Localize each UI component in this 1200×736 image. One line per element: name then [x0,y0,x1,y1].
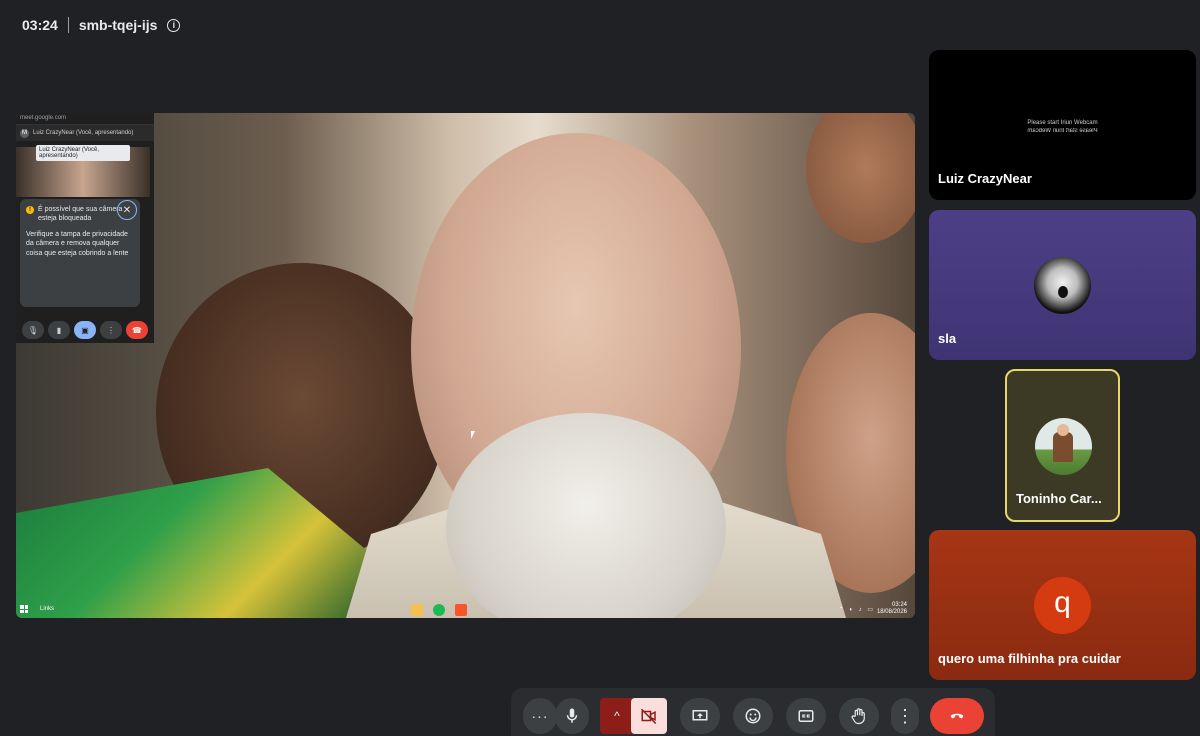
meeting-code: smb-tqej-ijs [78,17,158,33]
chevron-up-icon: ^ [614,709,620,723]
system-tray-icons: ⌃ ◐ ♪ ▭ [838,607,875,613]
shared-taskbar: Links ⌃ ◐ ♪ ▭ 03:24 18/08/2026 [16,600,915,618]
brave-icon [455,604,467,616]
more-vert-icon: ⋮ [896,705,914,726]
avatar: M [20,128,29,138]
participant-tile[interactable]: sla [929,210,1196,360]
participant-name: Toninho Car... [1016,491,1102,506]
call-end-icon [950,713,964,719]
nested-controls: 🎙 ▮ ▣ ⋮ ☎ [16,317,154,343]
captions-button[interactable] [786,698,826,734]
end-call-icon[interactable]: ☎ [126,321,148,339]
nested-meet-window: meet.google.com M Luiz CrazyNear (Você, … [16,113,154,343]
closed-captions-icon [798,710,814,722]
folder-icon [411,604,423,616]
camera-icon[interactable]: ▮ [48,321,70,339]
mic-icon [566,708,578,723]
taskbar-date: 18/08/2026 [876,608,907,615]
taskbar-time: 03:24 [891,601,907,608]
warning-icon: ! [26,206,34,214]
close-icon[interactable]: ✕ [117,200,137,220]
present-icon[interactable]: ▣ [74,321,96,339]
participant-name: Luiz CrazyNear [938,171,1032,186]
participant-name: quero uma filhinha pra cuidar [938,651,1121,666]
nested-presenter-bar: M Luiz CrazyNear (Você, apresentando) [16,125,154,141]
reactions-button[interactable] [733,698,773,734]
taskbar-search-label: Links [40,606,55,612]
more-options-button[interactable]: ⋮ [891,698,919,734]
info-icon[interactable]: i [167,18,181,32]
windows-start-icon [20,605,28,613]
nested-url: meet.google.com [16,113,154,125]
emoji-icon [745,708,761,724]
presentation-stage: meet.google.com M Luiz CrazyNear (Você, … [16,113,915,618]
warning-body: Verifique a tampa de privacidade da câme… [26,230,129,257]
present-to-all-icon [692,710,708,721]
camera-options-button[interactable]: ^ [600,698,634,734]
avatar: q [1034,577,1091,634]
mic-icon[interactable]: 🎙 [22,321,44,339]
nested-presenter-label: Luiz CrazyNear (Você, apresentando) [33,130,134,136]
header-divider [67,17,69,33]
camera-button[interactable] [631,698,667,734]
raise-hand-button[interactable] [839,698,879,734]
mouse-cursor-icon [471,431,475,439]
webcam-message: Please start Iriun Webcam Please start I… [1027,120,1098,134]
leave-call-button[interactable] [930,698,984,734]
call-controls-bar: ··· ^ ⋮ [511,688,995,736]
camera-off-icon [640,708,657,725]
hand-icon [851,708,865,725]
spotify-icon [433,604,445,616]
meeting-header: 03:24 smb-tqej-ijs i [22,14,181,36]
participant-tile-active-speaker[interactable]: Toninho Car... [1005,369,1120,522]
microphone-button[interactable] [555,698,589,734]
meeting-time: 03:24 [22,17,58,33]
nested-tooltip: Luiz CrazyNear (Você, apresentando) [36,145,130,161]
taskbar-clock: 03:24 18/08/2026 [877,602,907,616]
present-screen-button[interactable] [680,698,720,734]
participant-tile[interactable]: Please start Iriun Webcam Please start I… [929,50,1196,200]
participant-tile[interactable]: q quero uma filhinha pra cuidar [929,530,1196,680]
avatar [1034,257,1091,314]
avatar [1035,418,1092,475]
more-horiz-icon[interactable]: ··· [523,698,557,734]
more-vert-icon[interactable]: ⋮ [100,321,122,339]
participant-name: sla [938,331,957,346]
